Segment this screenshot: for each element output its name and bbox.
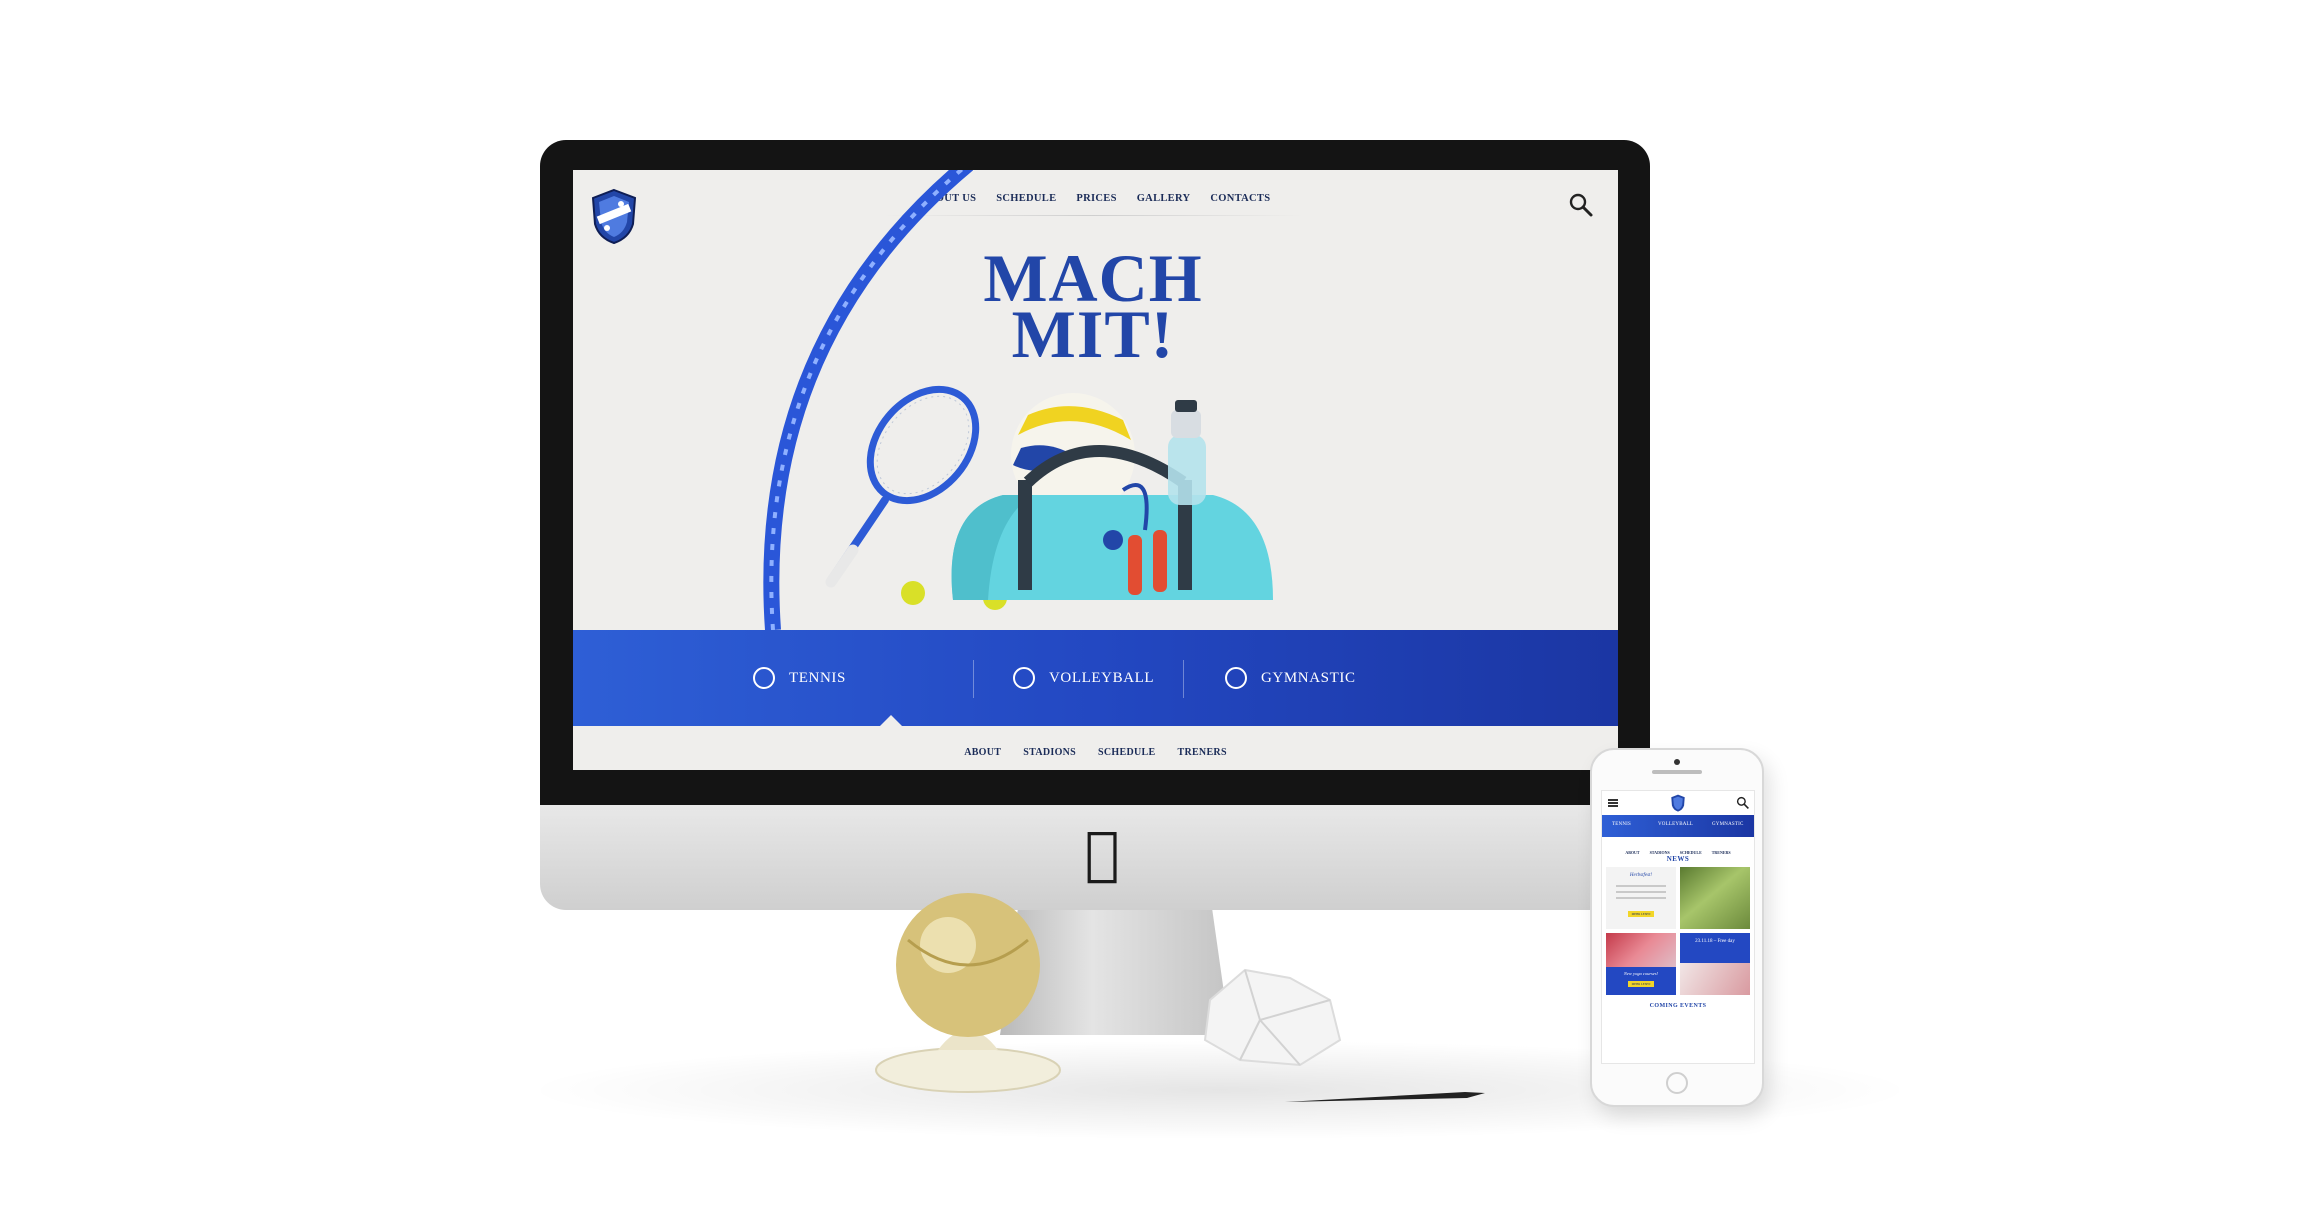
read-more-button[interactable]: MEHR LESEN — [1628, 981, 1654, 987]
subnav-schedule[interactable]: SCHEDULE — [1098, 747, 1155, 758]
phone-home-button — [1666, 1072, 1688, 1094]
nav-contacts[interactable]: CONTACTS — [1210, 193, 1270, 204]
text-line — [1616, 891, 1666, 893]
coming-events-heading: COMING EVENTS — [1649, 1003, 1707, 1009]
phone-speaker — [1652, 770, 1702, 774]
gymnastic-ball-icon — [1225, 667, 1247, 689]
search-icon[interactable] — [1736, 796, 1750, 810]
sports-bag-illustration — [825, 385, 1273, 610]
event-photo[interactable] — [1680, 963, 1750, 995]
category-tennis[interactable]: TENNIS — [753, 653, 846, 703]
category-volleyball-label: VOLLEYBALL — [1049, 669, 1155, 686]
subnav-stadions[interactable]: STADIONS — [1023, 747, 1076, 758]
tennis-ball-image — [901, 581, 925, 605]
text-line — [1616, 897, 1666, 899]
subnav-about[interactable]: ABOUT — [964, 747, 1001, 758]
text-line — [1616, 885, 1666, 887]
category-gymnastic-label: GYMNASTIC — [1261, 669, 1356, 686]
search-icon[interactable] — [1568, 192, 1594, 218]
club-logo-icon[interactable] — [1670, 794, 1686, 812]
desktop-website: ABOUT US SCHEDULE PRICES GALLERY CONTACT… — [573, 170, 1618, 770]
pencil-image — [1285, 1092, 1485, 1102]
news-card[interactable]: Herbstfest! MEHR LESEN — [1606, 867, 1676, 929]
subnav-treners[interactable]: TRENERS — [1177, 747, 1226, 758]
news-photo[interactable] — [1680, 867, 1750, 929]
category-gymnastic[interactable]: GYMNASTIC — [1225, 653, 1356, 703]
yoga-card[interactable]: New yoga courses! MEHR LESEN — [1606, 967, 1676, 995]
mobile-website: TENNIS VOLLEYBALL GYMNASTIC ABOUT STADIO… — [1601, 790, 1755, 1064]
event-date: 23.11.18 – Free day — [1695, 939, 1735, 944]
hero-title: MACH MIT! — [913, 244, 1273, 372]
crumpled-paper-image — [1203, 968, 1342, 1067]
water-bottle-image — [1168, 400, 1206, 505]
news-heading: NEWS — [1666, 855, 1690, 863]
category-volleyball[interactable]: VOLLEYBALL — [1013, 653, 1154, 703]
apple-logo:  — [1078, 824, 1126, 882]
volleyball-icon — [1013, 667, 1035, 689]
sub-navigation: ABOUT STADIONS SCHEDULE TRENERS — [573, 742, 1618, 760]
phone-camera — [1674, 759, 1680, 765]
active-category-pointer — [880, 715, 902, 726]
yoga-card-title: New yoga courses! — [1623, 971, 1659, 976]
menu-icon[interactable] — [1608, 799, 1618, 807]
hero-title-line-2: MIT! — [1011, 296, 1175, 372]
mobile-category-volleyball[interactable]: VOLLEYBALL — [1658, 822, 1693, 827]
tennis-ball-icon — [753, 667, 775, 689]
mobile-category-gymnastic[interactable]: GYMNASTIC — [1712, 822, 1744, 827]
mobile-category-tennis[interactable]: TENNIS — [1612, 822, 1631, 827]
category-tennis-label: TENNIS — [789, 669, 846, 686]
nav-schedule[interactable]: SCHEDULE — [996, 193, 1056, 204]
news-card-title: Herbstfest! — [1629, 873, 1653, 878]
category-divider — [973, 660, 974, 698]
smartphone: TENNIS VOLLEYBALL GYMNASTIC ABOUT STADIO… — [1590, 748, 1764, 1107]
read-more-button[interactable]: MEHR LESEN — [1628, 911, 1654, 917]
nav-prices[interactable]: PRICES — [1076, 193, 1116, 204]
tennis-trophy-image — [875, 893, 1061, 1093]
category-divider — [1183, 660, 1184, 698]
nav-gallery[interactable]: GALLERY — [1137, 193, 1191, 204]
